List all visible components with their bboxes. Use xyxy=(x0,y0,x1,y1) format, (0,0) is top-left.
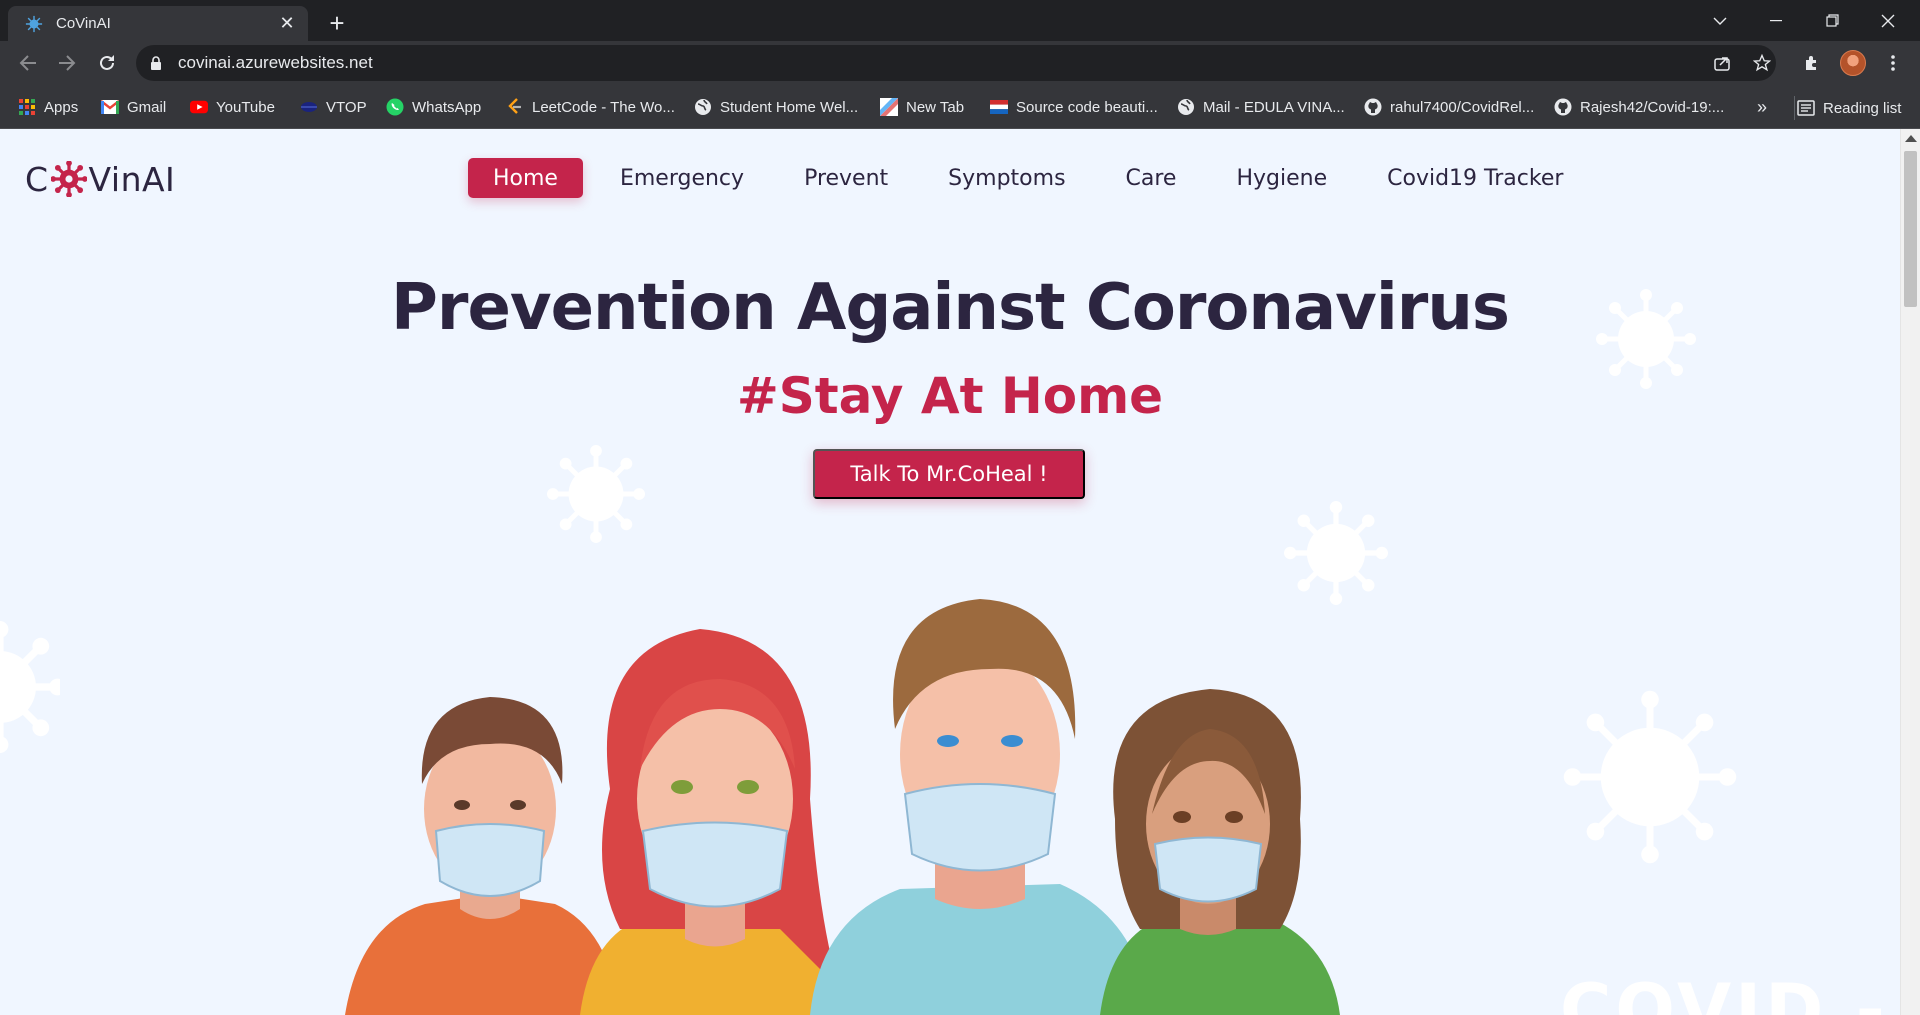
person-woman-red-hair-illustration xyxy=(580,629,850,1015)
bookmark-whatsapp[interactable]: WhatsApp xyxy=(386,96,481,118)
nav-covid19-tracker[interactable]: Covid19 Tracker xyxy=(1357,158,1593,198)
newtab-icon xyxy=(880,98,898,116)
talk-to-chatbot-button[interactable]: Talk To Mr.CoHeal ! xyxy=(813,449,1085,499)
url-text: covinai.azurewebsites.net xyxy=(178,53,373,72)
tab-search-chevron-icon[interactable] xyxy=(1692,0,1748,41)
bookmark-apps[interactable]: Apps xyxy=(18,96,78,118)
new-tab-icon[interactable]: + xyxy=(322,8,352,38)
nav-emergency[interactable]: Emergency xyxy=(590,158,774,198)
bookmark-leetcode[interactable]: LeetCode - The Wo... xyxy=(506,96,675,118)
reading-list-icon xyxy=(1797,99,1815,117)
page-viewport: COVID - 19 C VinAI Home Emergency Preven… xyxy=(0,129,1920,1015)
nav-hygiene[interactable]: Hygiene xyxy=(1206,158,1357,198)
extensions-puzzle-icon[interactable] xyxy=(1795,47,1829,79)
masked-people-illustration xyxy=(345,599,1340,1015)
apps-grid-icon xyxy=(18,98,36,116)
background-virus-icon xyxy=(0,621,60,753)
youtube-icon xyxy=(190,98,208,116)
lock-icon xyxy=(150,55,164,71)
person-woman-brown-hair-illustration xyxy=(1100,689,1340,1015)
browser-tabstrip: CoVinAI ✕ + xyxy=(0,0,1920,41)
virus-logo-icon xyxy=(50,161,87,197)
hero-title: Prevention Against Coronavirus xyxy=(391,271,1510,345)
minimize-icon[interactable] xyxy=(1748,0,1804,41)
bookmark-mail-edula[interactable]: Mail - EDULA VINA... xyxy=(1177,96,1345,118)
scrollbar-thumb[interactable] xyxy=(1904,151,1917,307)
scroll-up-arrow-icon[interactable] xyxy=(1905,135,1917,142)
address-bar[interactable]: covinai.azurewebsites.net xyxy=(136,45,1776,81)
reading-list-button[interactable]: Reading list xyxy=(1794,96,1901,120)
leetcode-icon xyxy=(506,98,524,116)
bookmark-student-home[interactable]: Student Home Wel... xyxy=(694,96,858,118)
nav-home[interactable]: Home xyxy=(468,158,583,198)
bookmark-github-rahul[interactable]: rahul7400/CovidRel... xyxy=(1364,96,1534,118)
background-virus-icon xyxy=(547,445,645,543)
close-window-icon[interactable] xyxy=(1860,0,1916,41)
site-logo[interactable]: C VinAI xyxy=(25,157,175,201)
github-icon xyxy=(1364,98,1382,116)
bookmark-new-tab[interactable]: New Tab xyxy=(880,96,964,118)
globe-icon xyxy=(694,98,712,116)
bookmark-vtop[interactable]: VTOP xyxy=(300,96,367,118)
globe-icon xyxy=(1177,98,1195,116)
bookmarks-bar: Apps Gmail YouTube VTOP WhatsApp LeetCod… xyxy=(0,85,1920,129)
person-man-illustration xyxy=(810,599,1150,1015)
main-nav: Home Emergency Prevent Symptoms Care Hyg… xyxy=(468,157,1593,199)
bookmarks-overflow-chevron[interactable]: » xyxy=(1757,96,1767,118)
background-covid-text: COVID - 19 xyxy=(1560,969,1920,1015)
bookmark-github-rajesh[interactable]: Rajesh42/Covid-19:... xyxy=(1554,96,1724,118)
gmail-icon xyxy=(101,98,119,116)
bookmark-source-code[interactable]: Source code beauti... xyxy=(990,96,1158,118)
close-tab-icon[interactable]: ✕ xyxy=(276,13,298,35)
nav-prevent[interactable]: Prevent xyxy=(774,158,918,198)
restore-icon[interactable] xyxy=(1804,0,1860,41)
background-virus-icon xyxy=(1563,690,1737,864)
whatsapp-icon xyxy=(386,98,404,116)
vtop-icon xyxy=(300,98,318,116)
menu-kebab-icon[interactable] xyxy=(1876,47,1910,79)
bookmark-youtube[interactable]: YouTube xyxy=(190,96,275,118)
reload-icon[interactable] xyxy=(91,47,123,79)
browser-tab-active[interactable]: CoVinAI ✕ xyxy=(8,6,308,41)
hero-subtitle: #Stay At Home xyxy=(736,367,1164,425)
person-boy-illustration xyxy=(345,697,620,1015)
profile-avatar[interactable] xyxy=(1836,47,1870,79)
browser-toolbar: covinai.azurewebsites.net xyxy=(0,41,1920,85)
github-icon xyxy=(1554,98,1572,116)
nav-care[interactable]: Care xyxy=(1096,158,1207,198)
virus-favicon-icon xyxy=(24,14,44,34)
bookmark-star-icon[interactable] xyxy=(1746,47,1778,79)
page-scrollbar[interactable] xyxy=(1900,129,1920,1015)
tab-title: CoVinAI xyxy=(56,15,111,32)
forward-arrow-icon[interactable] xyxy=(51,47,83,79)
share-icon[interactable] xyxy=(1706,47,1738,79)
bookmark-gmail[interactable]: Gmail xyxy=(101,96,166,118)
back-arrow-icon[interactable] xyxy=(12,47,44,79)
flag-icon xyxy=(990,98,1008,116)
nav-symptoms[interactable]: Symptoms xyxy=(918,158,1095,198)
